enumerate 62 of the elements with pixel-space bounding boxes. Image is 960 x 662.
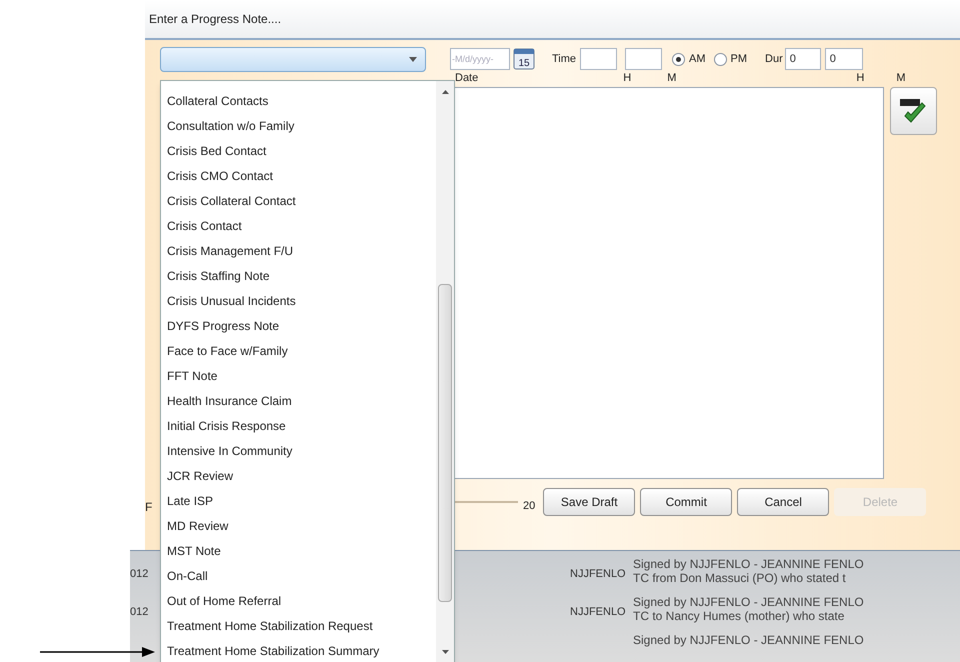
radio-label: AM [689,52,706,67]
table-cell: 012 [130,606,148,618]
table-cell-text: TC to Nancy Humes (mother) who state [633,609,846,623]
table-cell: Signed by NJJFENLO - JEANNINE FENLO [633,595,864,609]
dropdown-option[interactable]: Crisis Contact [167,213,436,238]
action-button[interactable]: Save Draft [543,488,636,516]
dropdown-option[interactable]: Collateral Contacts [167,88,436,113]
dropdown-option[interactable]: Crisis Staffing Note [167,263,436,288]
window-title: Enter a Progress Note.... [149,11,282,28]
duration-hours-field[interactable]: 0 [784,48,821,70]
action-button[interactable]: Commit [640,488,732,516]
table-cell-text: TC from Don Massuci (PO) who stated t [633,571,847,585]
dropdown-option[interactable]: Crisis Bed Contact [167,138,436,163]
scrollbar[interactable] [436,81,454,662]
calendar-icon[interactable]: 15 [513,48,535,70]
minute-label: M [896,71,906,85]
dropdown-option[interactable]: Treatment Home Stabilization Request [167,613,436,638]
duration-minutes-field[interactable]: 0 [824,48,863,70]
dropdown-option[interactable]: Initial Crisis Response [167,413,436,438]
dropdown-option[interactable]: Consultation w/o Family [167,113,436,138]
hour-field[interactable] [580,48,618,70]
dropdown-option[interactable]: DYFS Progress Note [167,313,436,338]
hour-label: H [623,71,632,85]
date-label: Date [455,71,478,85]
dropdown-option[interactable]: Late ISP [167,488,436,513]
note-type-dropdown[interactable] [160,47,426,72]
dropdown-option[interactable]: Crisis CMO Contact [167,163,436,188]
dropdown-option[interactable]: JCR Review [167,463,436,488]
dropdown-option[interactable]: Out of Home Referral [167,588,436,613]
scroll-up-icon[interactable] [442,90,448,94]
duration-label: Dur [765,52,783,67]
table-cell: Signed by NJJFENLO - JEANNINE FENLO [633,633,864,647]
dropdown-option[interactable]: Crisis Management F/U [167,238,436,263]
dropdown-caret-icon [409,57,417,62]
spell-check-button[interactable] [890,87,937,135]
dropdown-option[interactable]: FFT Note [167,363,436,388]
dropdown-option[interactable]: Health Insurance Claim [167,388,436,413]
time-label: Time [552,52,576,67]
action-button[interactable]: Cancel [737,488,830,516]
dropdown-option[interactable]: MD Review [167,513,436,538]
minute-field[interactable] [625,48,662,70]
dropdown-option[interactable]: Crisis Unusual Incidents [167,288,436,313]
counter-text: 20 [523,498,536,514]
date-field[interactable]: -M/d/yyyy- [450,48,510,70]
table-cell: NJJFENLO [570,606,626,618]
scrollbar-thumb[interactable] [438,284,452,602]
dropdown-option[interactable]: Treatment Home Stabilization Summary [167,638,436,662]
hour-label: H [856,71,864,85]
field-label: F [145,499,152,516]
dropdown-option[interactable]: On-Call [167,563,436,588]
dropdown-option[interactable]: Crisis Collateral Contact [167,188,436,213]
table-cell: 012 [130,568,148,580]
radio-button[interactable] [672,52,686,66]
table-cell: Signed by NJJFENLO - JEANNINE FENLO [633,557,864,571]
dropdown-option[interactable]: MST Note [167,538,436,563]
dropdown-option[interactable]: Intensive In Community [167,438,436,463]
table-cell: NJJFENLO [570,568,626,580]
dropdown-option[interactable]: Face to Face w/Family [167,338,436,363]
radio-button[interactable] [714,52,727,66]
minute-label: M [667,71,676,85]
radio-label: PM [730,52,748,67]
scroll-down-icon[interactable] [442,650,448,654]
